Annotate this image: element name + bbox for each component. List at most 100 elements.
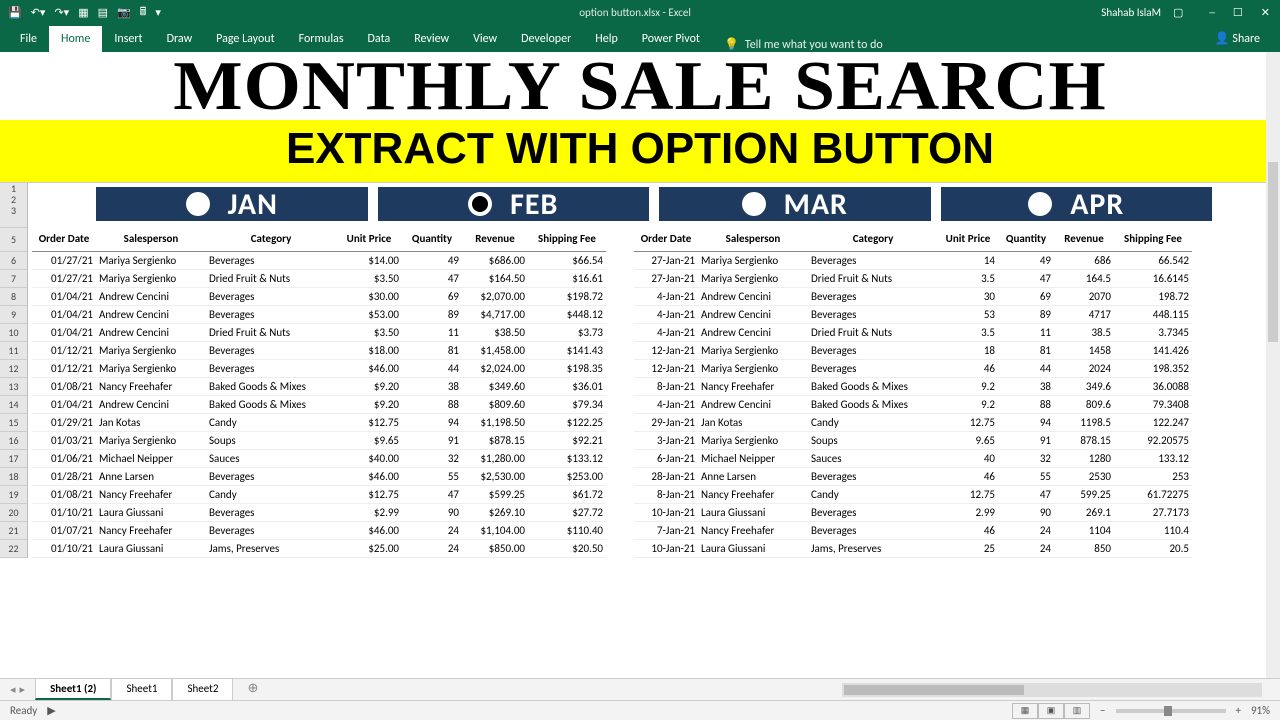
cell[interactable]: 1104 — [1054, 521, 1114, 539]
cell[interactable]: $92.21 — [528, 431, 606, 449]
cell[interactable]: Laura Giussani — [698, 539, 808, 557]
cell[interactable]: 448.115 — [1114, 305, 1192, 323]
tab-home[interactable]: Home — [49, 26, 102, 52]
cell[interactable]: 69 — [998, 287, 1054, 305]
cell[interactable]: Mariya Sergienko — [96, 269, 206, 287]
cell[interactable]: Baked Goods & Mixes — [808, 377, 938, 395]
month-option-mar[interactable]: MAR — [659, 187, 931, 221]
cell[interactable]: 1198.5 — [1054, 413, 1114, 431]
cell[interactable]: Mariya Sergienko — [698, 341, 808, 359]
row-header[interactable]: 17 — [0, 450, 27, 468]
cell[interactable]: Sauces — [808, 449, 938, 467]
cell[interactable]: $1,198.50 — [462, 413, 528, 431]
cell[interactable]: 3.5 — [938, 269, 998, 287]
cell[interactable]: 1280 — [1054, 449, 1114, 467]
cell[interactable]: 24 — [998, 539, 1054, 557]
cell[interactable]: 01/07/21 — [32, 521, 96, 539]
cell[interactable]: 27-Jan-21 — [634, 269, 698, 287]
table-icon[interactable]: ▦ — [78, 6, 88, 19]
cell[interactable]: 4-Jan-21 — [634, 287, 698, 305]
cell[interactable]: Laura Giussani — [698, 503, 808, 521]
cell[interactable]: 53 — [938, 305, 998, 323]
cell[interactable]: Michael Neipper — [96, 449, 206, 467]
cell[interactable]: 44 — [402, 359, 462, 377]
cell[interactable]: $40.00 — [336, 449, 402, 467]
cell[interactable]: $79.34 — [528, 395, 606, 413]
cell[interactable]: 01/10/21 — [32, 503, 96, 521]
cell[interactable]: 81 — [402, 341, 462, 359]
horizontal-scrollbar[interactable] — [842, 683, 1262, 697]
cell[interactable]: 01/10/21 — [32, 539, 96, 557]
row-header[interactable]: 7 — [0, 270, 27, 288]
cell[interactable]: Laura Giussani — [96, 503, 206, 521]
cell[interactable]: 38 — [402, 377, 462, 395]
cell[interactable]: $3.50 — [336, 269, 402, 287]
scrollbar-thumb[interactable] — [1268, 162, 1278, 342]
cell[interactable]: 8-Jan-21 — [634, 485, 698, 503]
cell[interactable]: $61.72 — [528, 485, 606, 503]
grid-icon[interactable]: ▤ — [98, 6, 108, 19]
cell[interactable]: 40 — [938, 449, 998, 467]
zoom-thumb[interactable] — [1164, 706, 1172, 716]
cell[interactable]: 47 — [402, 269, 462, 287]
column-header[interactable]: Quantity — [402, 227, 462, 251]
account-icon[interactable]: ▢ — [1173, 6, 1183, 19]
cell[interactable]: Laura Giussani — [96, 539, 206, 557]
cell[interactable]: 94 — [998, 413, 1054, 431]
cell[interactable]: 94 — [402, 413, 462, 431]
cell[interactable]: 47 — [998, 269, 1054, 287]
cell[interactable]: Candy — [808, 413, 938, 431]
add-sheet-button[interactable]: ⊕ — [233, 678, 272, 700]
cell[interactable]: Soups — [206, 431, 336, 449]
row-header[interactable]: 12 — [0, 360, 27, 378]
sheet-tab[interactable]: Sheet1 — [111, 678, 172, 700]
row-header[interactable]: 21 — [0, 522, 27, 540]
sheet-next-icon[interactable]: ▸ — [20, 683, 26, 696]
cell[interactable]: Mariya Sergienko — [96, 431, 206, 449]
cell[interactable]: 1458 — [1054, 341, 1114, 359]
cell[interactable]: Candy — [206, 485, 336, 503]
sheet-tab[interactable]: Sheet1 (2) — [35, 678, 111, 700]
column-header[interactable]: Order Date — [634, 227, 698, 251]
cell[interactable]: 01/12/21 — [32, 359, 96, 377]
cell[interactable]: $141.43 — [528, 341, 606, 359]
cell[interactable]: 12-Jan-21 — [634, 359, 698, 377]
month-option-feb[interactable]: FEB — [378, 187, 650, 221]
cell[interactable]: Dried Fruit & Nuts — [808, 269, 938, 287]
cell[interactable]: $1,280.00 — [462, 449, 528, 467]
cell[interactable]: Candy — [206, 413, 336, 431]
cell[interactable]: Nancy Freehafer — [698, 377, 808, 395]
cell[interactable]: $448.12 — [528, 305, 606, 323]
cell[interactable]: Beverages — [808, 251, 938, 269]
cell[interactable]: Beverages — [808, 305, 938, 323]
cell[interactable]: 27.7173 — [1114, 503, 1192, 521]
cell[interactable]: 3-Jan-21 — [634, 431, 698, 449]
cell[interactable]: Beverages — [206, 287, 336, 305]
cell[interactable]: $2,530.00 — [462, 467, 528, 485]
cell[interactable]: 2.99 — [938, 503, 998, 521]
vertical-scrollbar[interactable] — [1266, 52, 1280, 678]
column-header[interactable]: Quantity — [998, 227, 1054, 251]
cell[interactable]: $1,458.00 — [462, 341, 528, 359]
cell[interactable]: 198.72 — [1114, 287, 1192, 305]
cell[interactable]: 850 — [1054, 539, 1114, 557]
cell[interactable]: $686.00 — [462, 251, 528, 269]
cell[interactable]: Beverages — [808, 503, 938, 521]
more-icon[interactable]: ▾ — [155, 6, 161, 19]
cell[interactable]: Nancy Freehafer — [96, 521, 206, 539]
tab-file[interactable]: File — [8, 26, 49, 52]
column-header[interactable]: Category — [808, 227, 938, 251]
cell[interactable]: Mariya Sergienko — [698, 431, 808, 449]
cell[interactable]: 4717 — [1054, 305, 1114, 323]
cell[interactable]: 11 — [402, 323, 462, 341]
cell[interactable]: Andrew Cencini — [698, 323, 808, 341]
cell[interactable]: Anne Larsen — [698, 467, 808, 485]
cell[interactable]: Mariya Sergienko — [96, 359, 206, 377]
cell[interactable]: Soups — [808, 431, 938, 449]
row-header[interactable]: 123 — [0, 183, 27, 228]
cell[interactable]: $38.50 — [462, 323, 528, 341]
cell[interactable]: 36.0088 — [1114, 377, 1192, 395]
cell[interactable]: Dried Fruit & Nuts — [808, 323, 938, 341]
macro-icon[interactable]: ▶ — [47, 704, 55, 717]
cell[interactable]: $30.00 — [336, 287, 402, 305]
